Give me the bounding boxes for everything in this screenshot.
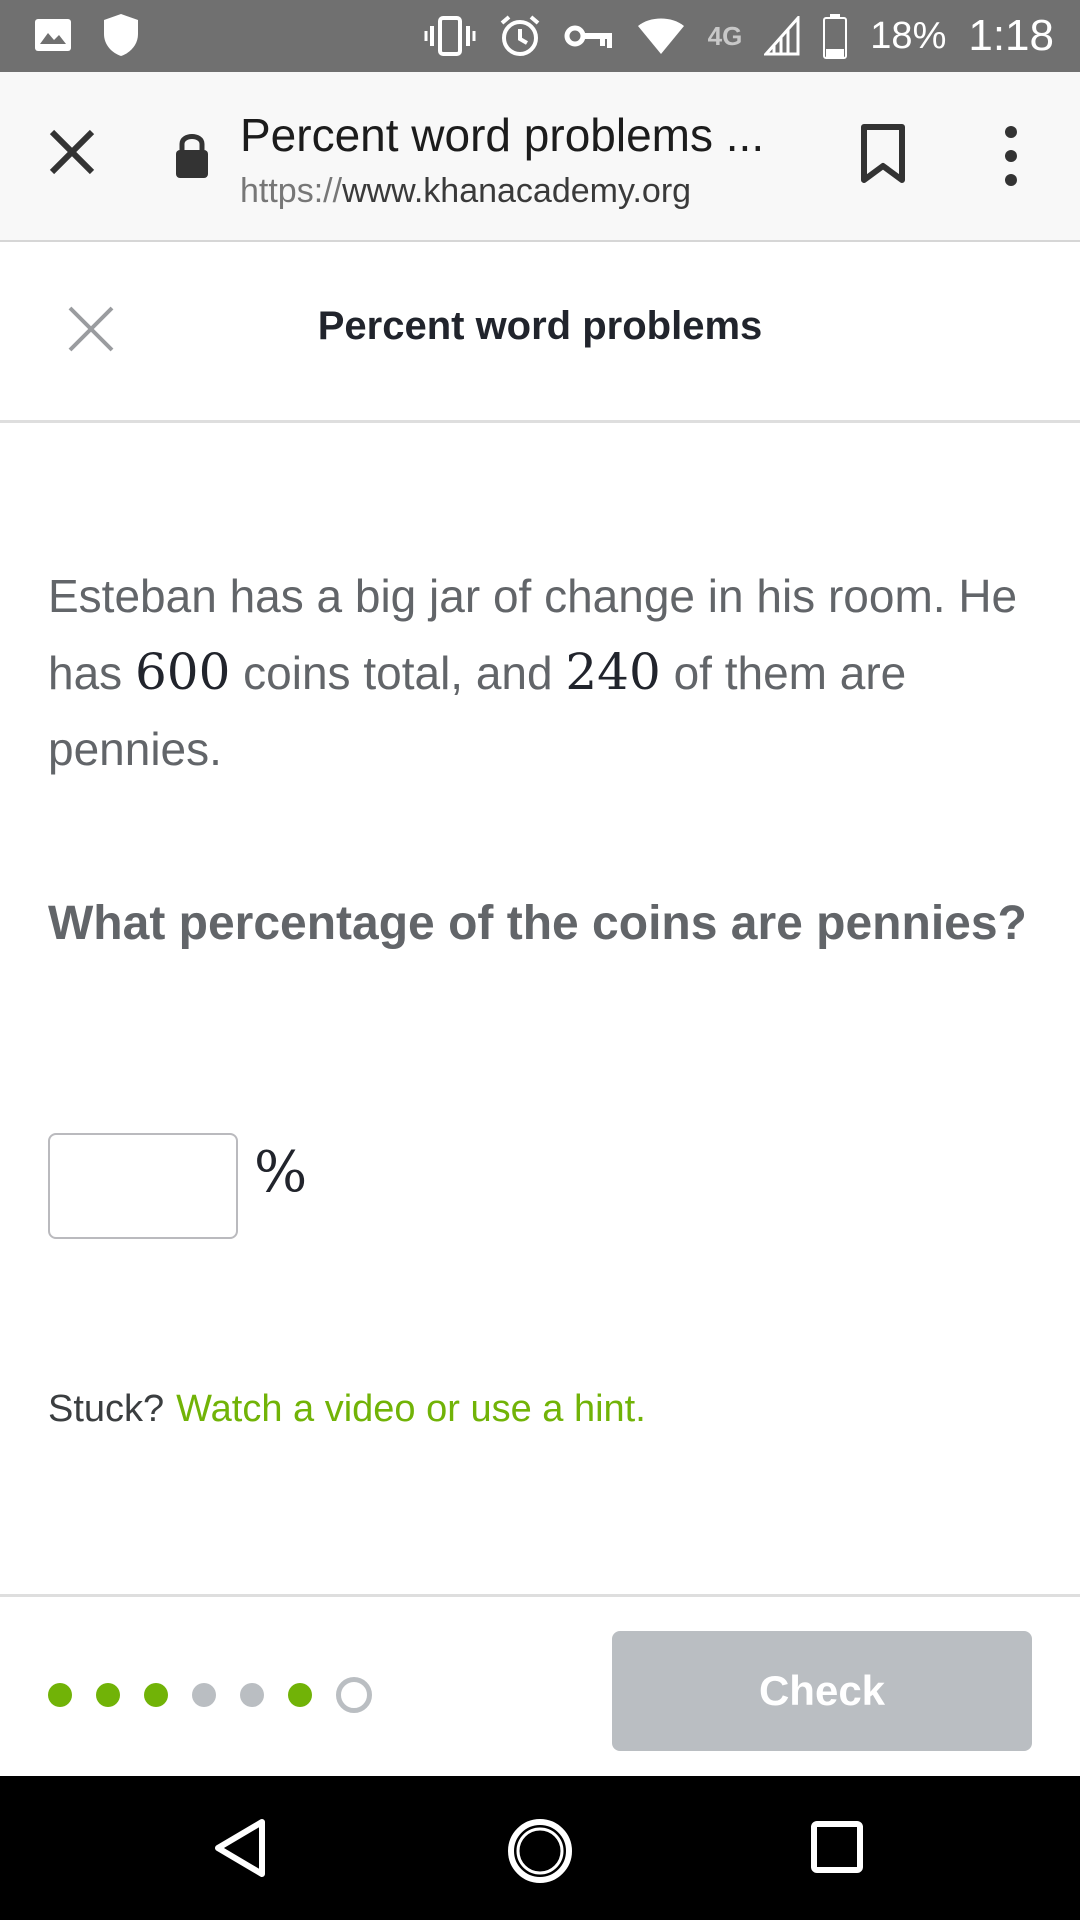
url-host: www.khanacademy.org xyxy=(342,172,692,210)
check-button[interactable]: Check xyxy=(612,1631,1032,1751)
android-nav-bar xyxy=(0,1776,1080,1920)
progress-dot-5 xyxy=(240,1683,264,1707)
home-icon[interactable] xyxy=(505,1816,575,1886)
browser-url[interactable]: https://www.khanacademy.org xyxy=(240,172,691,211)
status-bar: 4G 18% 1:18 xyxy=(0,0,1080,72)
wifi-icon xyxy=(637,18,684,54)
browser-page-title[interactable]: Percent word problems ... xyxy=(240,108,764,162)
recent-apps-icon[interactable] xyxy=(810,1820,864,1874)
progress-dots xyxy=(48,1677,372,1713)
problem-statement: Esteban has a big jar of change in his r… xyxy=(48,558,1038,787)
lock-icon[interactable] xyxy=(172,130,212,180)
shield-icon xyxy=(104,14,138,56)
progress-dot-2 xyxy=(96,1683,120,1707)
progress-dot-4 xyxy=(192,1683,216,1707)
alarm-icon xyxy=(500,15,539,56)
question-text: What percentage of the coins are pennies… xyxy=(48,897,1027,950)
hint-link[interactable]: Watch a video or use a hint. xyxy=(176,1388,646,1430)
progress-dot-7 xyxy=(336,1677,372,1713)
exercise-footer: Check xyxy=(0,1594,1080,1779)
coins-total-value: 600 xyxy=(134,643,231,701)
exercise-title: Percent word problems xyxy=(317,304,763,348)
percent-unit: % xyxy=(254,1140,308,1205)
bookmark-icon[interactable] xyxy=(860,124,906,184)
exercise-header: Percent word problems xyxy=(0,242,1080,423)
answer-input[interactable] xyxy=(48,1133,238,1239)
close-tab-icon[interactable] xyxy=(44,124,100,180)
back-icon[interactable] xyxy=(210,1816,270,1880)
battery-icon xyxy=(823,14,848,59)
clock: 1:18 xyxy=(968,11,1054,60)
browser-toolbar: Percent word problems ... https://www.kh… xyxy=(0,72,1080,242)
url-scheme: https:// xyxy=(240,172,343,210)
stuck-label: Stuck? xyxy=(48,1388,165,1430)
pennies-value: 240 xyxy=(565,643,661,701)
progress-dot-6 xyxy=(288,1683,312,1707)
progress-dot-1 xyxy=(48,1683,72,1707)
problem-text: coins total, and xyxy=(230,647,566,699)
help-prompt: Stuck? Watch a video or use a hint. xyxy=(48,1388,646,1431)
image-icon xyxy=(35,19,71,51)
signal-icon xyxy=(764,16,800,56)
more-options-icon[interactable] xyxy=(995,124,1027,188)
key-icon xyxy=(564,25,612,48)
vibrate-icon xyxy=(424,16,476,56)
network-type: 4G xyxy=(707,20,743,51)
progress-dot-3 xyxy=(144,1683,168,1707)
battery-percent: 18% xyxy=(870,14,947,57)
